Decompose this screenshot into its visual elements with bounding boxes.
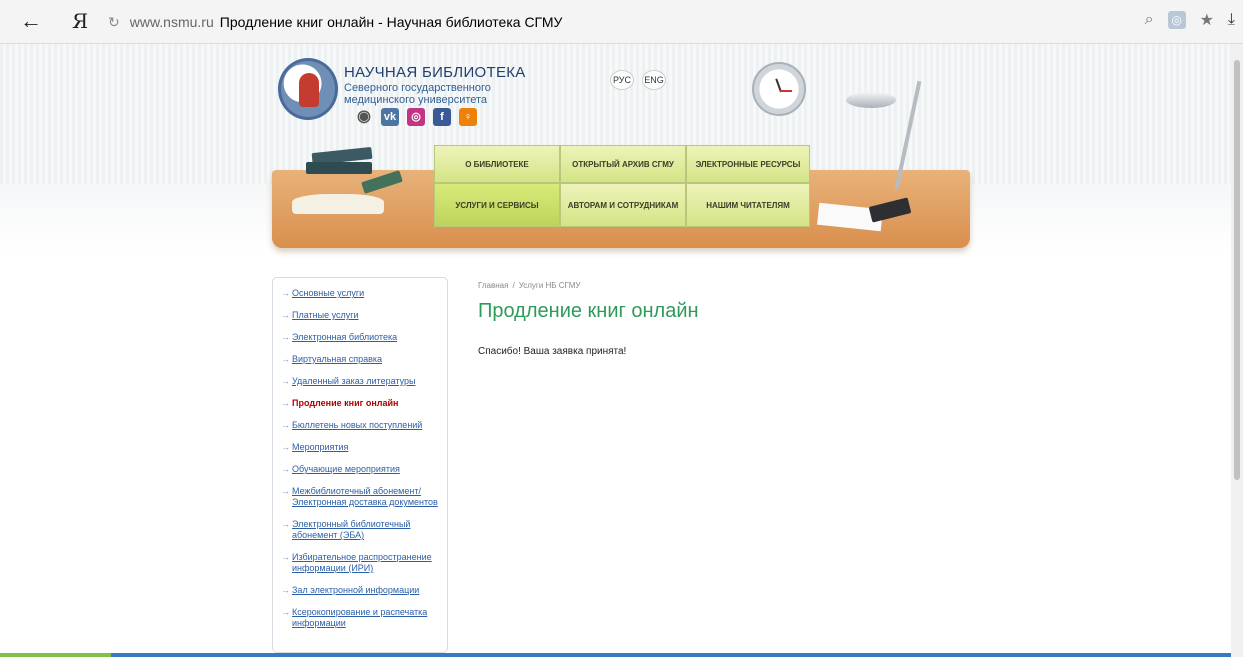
- sidebar-item-label[interactable]: Обучающие мероприятия: [292, 464, 400, 475]
- sidebar-item-label[interactable]: Зал электронной информации: [292, 585, 419, 596]
- browser-actions: ⌕ ◎ ★ ⤓: [1145, 10, 1235, 30]
- sidebar-item-label[interactable]: Бюллетень новых поступлений: [292, 420, 422, 431]
- arrow-icon: →: [281, 376, 290, 386]
- library-logo[interactable]: [278, 58, 338, 120]
- sidebar-item[interactable]: → Мероприятия: [281, 442, 439, 453]
- sidebar-item[interactable]: → Платные услуги: [281, 310, 439, 321]
- arrow-icon: →: [281, 585, 290, 595]
- menu-about[interactable]: О БИБЛИОТЕКЕ: [434, 145, 560, 183]
- arrow-icon: →: [281, 486, 290, 496]
- sidebar-item-label[interactable]: Электронный библиотечный абонемент (ЭБА): [292, 519, 439, 541]
- sidebar-item[interactable]: → Ксерокопирование и распечатка информаци…: [281, 607, 439, 629]
- instagram-icon[interactable]: ◎: [407, 108, 425, 126]
- taskbar-strip: [0, 653, 1231, 657]
- arrow-icon: →: [281, 607, 290, 617]
- sidebar-item[interactable]: → Обучающие мероприятия: [281, 464, 439, 475]
- sidebar-item-label[interactable]: Избирательное распространение информации…: [292, 552, 439, 574]
- clock-icon: [752, 62, 806, 116]
- arrow-icon: →: [281, 310, 290, 320]
- sidebar-item[interactable]: → Бюллетень новых поступлений: [281, 420, 439, 431]
- menu-electronic-resources[interactable]: ЭЛЕКТРОННЫЕ РЕСУРСЫ: [686, 145, 810, 183]
- arrow-icon: →: [281, 332, 290, 342]
- sidebar-item-label[interactable]: Основные услуги: [292, 288, 364, 299]
- success-message: Спасибо! Ваша заявка принята!: [478, 346, 627, 357]
- facebook-icon[interactable]: f: [433, 108, 451, 126]
- lamp-icon: [846, 92, 896, 108]
- logo-figure-icon: [299, 73, 319, 107]
- eye-icon[interactable]: ◉: [355, 108, 373, 126]
- sidebar-item-label[interactable]: Платные услуги: [292, 310, 359, 321]
- protect-icon[interactable]: ◎: [1167, 11, 1186, 29]
- lang-ru-button[interactable]: РУС: [610, 70, 634, 90]
- yandex-logo[interactable]: Я: [72, 9, 88, 33]
- arrow-icon: →: [281, 442, 290, 452]
- menu-authors[interactable]: АВТОРАМ И СОТРУДНИКАМ: [560, 183, 686, 227]
- lang-en-button[interactable]: ENG: [642, 70, 666, 90]
- sidebar-item[interactable]: → Виртуальная справка: [281, 354, 439, 365]
- sidebar-item-active[interactable]: → Продление книг онлайн: [281, 398, 439, 409]
- arrow-icon: →: [281, 398, 290, 408]
- menu-open-archive[interactable]: ОТКРЫТЫЙ АРХИВ СГМУ: [560, 145, 686, 183]
- main-menu: О БИБЛИОТЕКЕ ОТКРЫТЫЙ АРХИВ СГМУ ЭЛЕКТРО…: [434, 145, 810, 227]
- star-icon[interactable]: ★: [1200, 10, 1214, 30]
- arrow-icon: →: [281, 519, 290, 529]
- sidebar-item[interactable]: → Межбиблиотечный абонемент/ Электронная …: [281, 486, 439, 508]
- page-title: Продление книг онлайн: [478, 300, 699, 322]
- sidebar-item-label[interactable]: Ксерокопирование и распечатка информации: [292, 607, 439, 629]
- sidebar-item[interactable]: → Основные услуги: [281, 288, 439, 299]
- address-bar[interactable]: ↻ www.nsmu.ru Продление книг онлайн - На…: [108, 8, 988, 36]
- url-domain: www.nsmu.ru: [129, 14, 214, 30]
- sidebar-item-label[interactable]: Виртуальная справка: [292, 354, 382, 365]
- reload-icon[interactable]: ↻: [108, 14, 120, 31]
- arrow-icon: →: [281, 288, 290, 298]
- library-subtitle-line2: медицинского университета: [344, 94, 488, 106]
- arrow-icon: →: [281, 552, 290, 562]
- sidebar-item-label[interactable]: Электронная библиотека: [292, 332, 397, 343]
- menu-readers[interactable]: НАШИМ ЧИТАТЕЛЯМ: [686, 183, 810, 227]
- menu-services[interactable]: УСЛУГИ И СЕРВИСЫ: [434, 183, 560, 227]
- breadcrumb-separator: /: [512, 281, 515, 290]
- sidebar-nav: → Основные услуги → Платные услуги → Электр…: [272, 277, 448, 653]
- download-icon[interactable]: ⤓: [1228, 11, 1235, 29]
- vk-icon[interactable]: vk: [381, 108, 399, 126]
- sidebar-item-label[interactable]: Удаленный заказ литературы: [292, 376, 415, 387]
- odnoklassniki-icon[interactable]: ♀: [459, 108, 477, 126]
- breadcrumb: Главная / Услуги НБ СГМУ: [478, 281, 580, 290]
- sidebar-item[interactable]: → Электронная библиотека: [281, 332, 439, 343]
- arrow-icon: →: [281, 420, 290, 430]
- scrollbar[interactable]: [1231, 44, 1243, 657]
- breadcrumb-home[interactable]: Главная: [478, 281, 508, 290]
- breadcrumb-section[interactable]: Услуги НБ СГМУ: [519, 281, 581, 290]
- page-tab-title: Продление книг онлайн - Научная библиоте…: [219, 14, 563, 30]
- library-subtitle: Северного государственного медицинского …: [344, 82, 524, 106]
- social-links: ◉ vk ◎ f ♀: [355, 108, 477, 126]
- sidebar-item-label[interactable]: Продление книг онлайн: [292, 398, 398, 409]
- search-icon[interactable]: ⌕: [1145, 11, 1154, 29]
- sidebar-item[interactable]: → Удаленный заказ литературы: [281, 376, 439, 387]
- sidebar-item-label[interactable]: Мероприятия: [292, 442, 348, 453]
- back-arrow-icon[interactable]: ←: [20, 10, 42, 32]
- browser-toolbar: ← Я ↻ www.nsmu.ru Продление книг онлайн …: [0, 0, 1243, 44]
- sidebar-item[interactable]: → Электронный библиотечный абонемент (ЭБА…: [281, 519, 439, 541]
- arrow-icon: →: [281, 464, 290, 474]
- sidebar-item[interactable]: → Зал электронной информации: [281, 585, 439, 596]
- books-icon: [292, 146, 403, 220]
- arrow-icon: →: [281, 354, 290, 364]
- library-title: НАУЧНАЯ БИБЛИОТЕКА: [344, 64, 526, 81]
- sidebar-item-label[interactable]: Межбиблиотечный абонемент/ Электронная д…: [292, 486, 439, 508]
- sidebar-item[interactable]: → Избирательное распространение информаци…: [281, 552, 439, 574]
- library-subtitle-line1: Северного государственного: [344, 82, 491, 94]
- scrollbar-thumb[interactable]: [1234, 60, 1240, 480]
